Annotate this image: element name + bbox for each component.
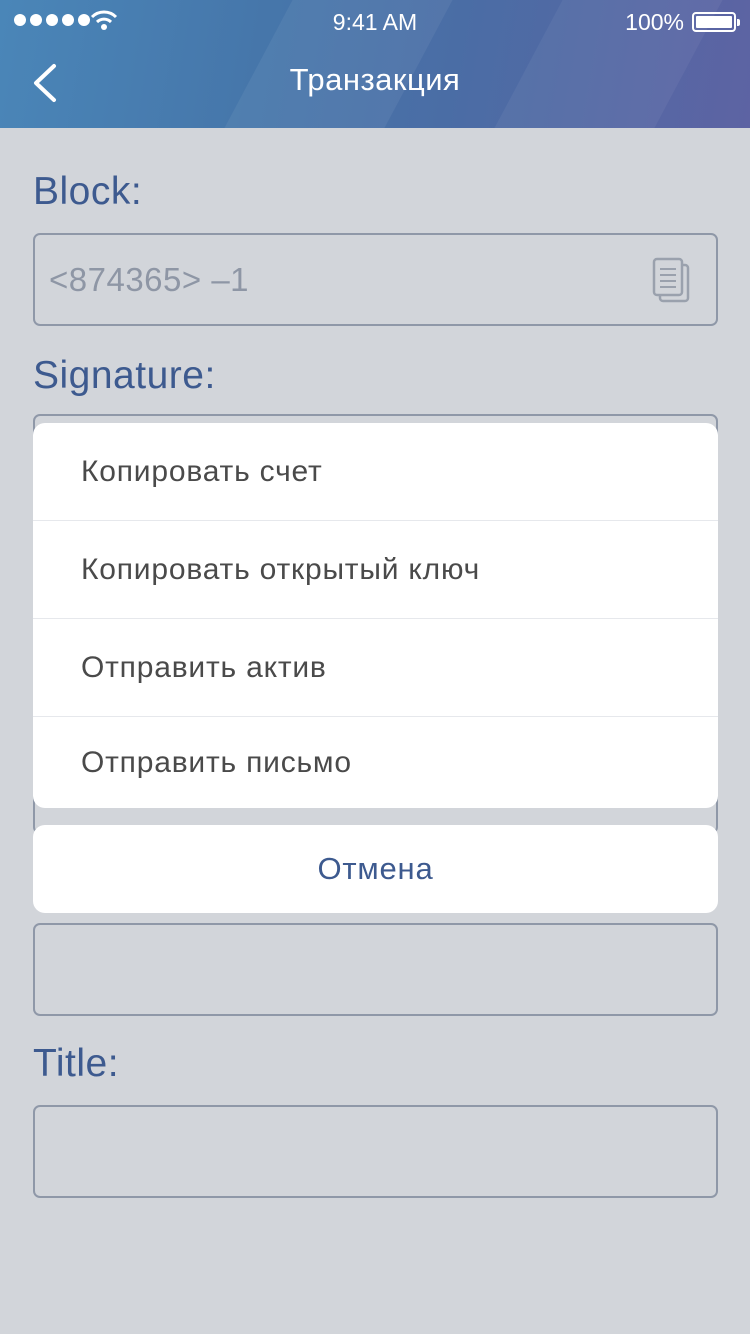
send-message-action[interactable]: Отправить письмо bbox=[33, 717, 718, 808]
copy-account-action[interactable]: Копировать счет bbox=[33, 423, 718, 521]
navigation-header: 9:41 AM 100% Транзакция bbox=[0, 0, 750, 128]
block-value: <874365> –1 bbox=[49, 261, 250, 298]
status-bar: 9:41 AM 100% bbox=[0, 0, 750, 40]
block-label: Block: bbox=[33, 170, 143, 213]
copy-public-key-action[interactable]: Копировать открытый ключ bbox=[33, 521, 718, 619]
battery-percentage: 100% bbox=[625, 9, 684, 35]
page-title: Транзакция bbox=[289, 62, 461, 97]
text-field[interactable] bbox=[33, 923, 718, 1016]
cancel-button[interactable]: Отмена bbox=[33, 825, 718, 913]
title-label: Title: bbox=[33, 1042, 120, 1085]
title-field[interactable] bbox=[33, 1105, 718, 1198]
action-sheet: Копировать счет Копировать открытый ключ… bbox=[33, 423, 718, 808]
signature-label: Signature: bbox=[33, 354, 216, 397]
copy-icon[interactable] bbox=[652, 257, 692, 305]
send-asset-action[interactable]: Отправить актив bbox=[33, 619, 718, 717]
battery-icon bbox=[692, 12, 740, 32]
block-field[interactable]: <874365> –1 bbox=[33, 233, 718, 326]
